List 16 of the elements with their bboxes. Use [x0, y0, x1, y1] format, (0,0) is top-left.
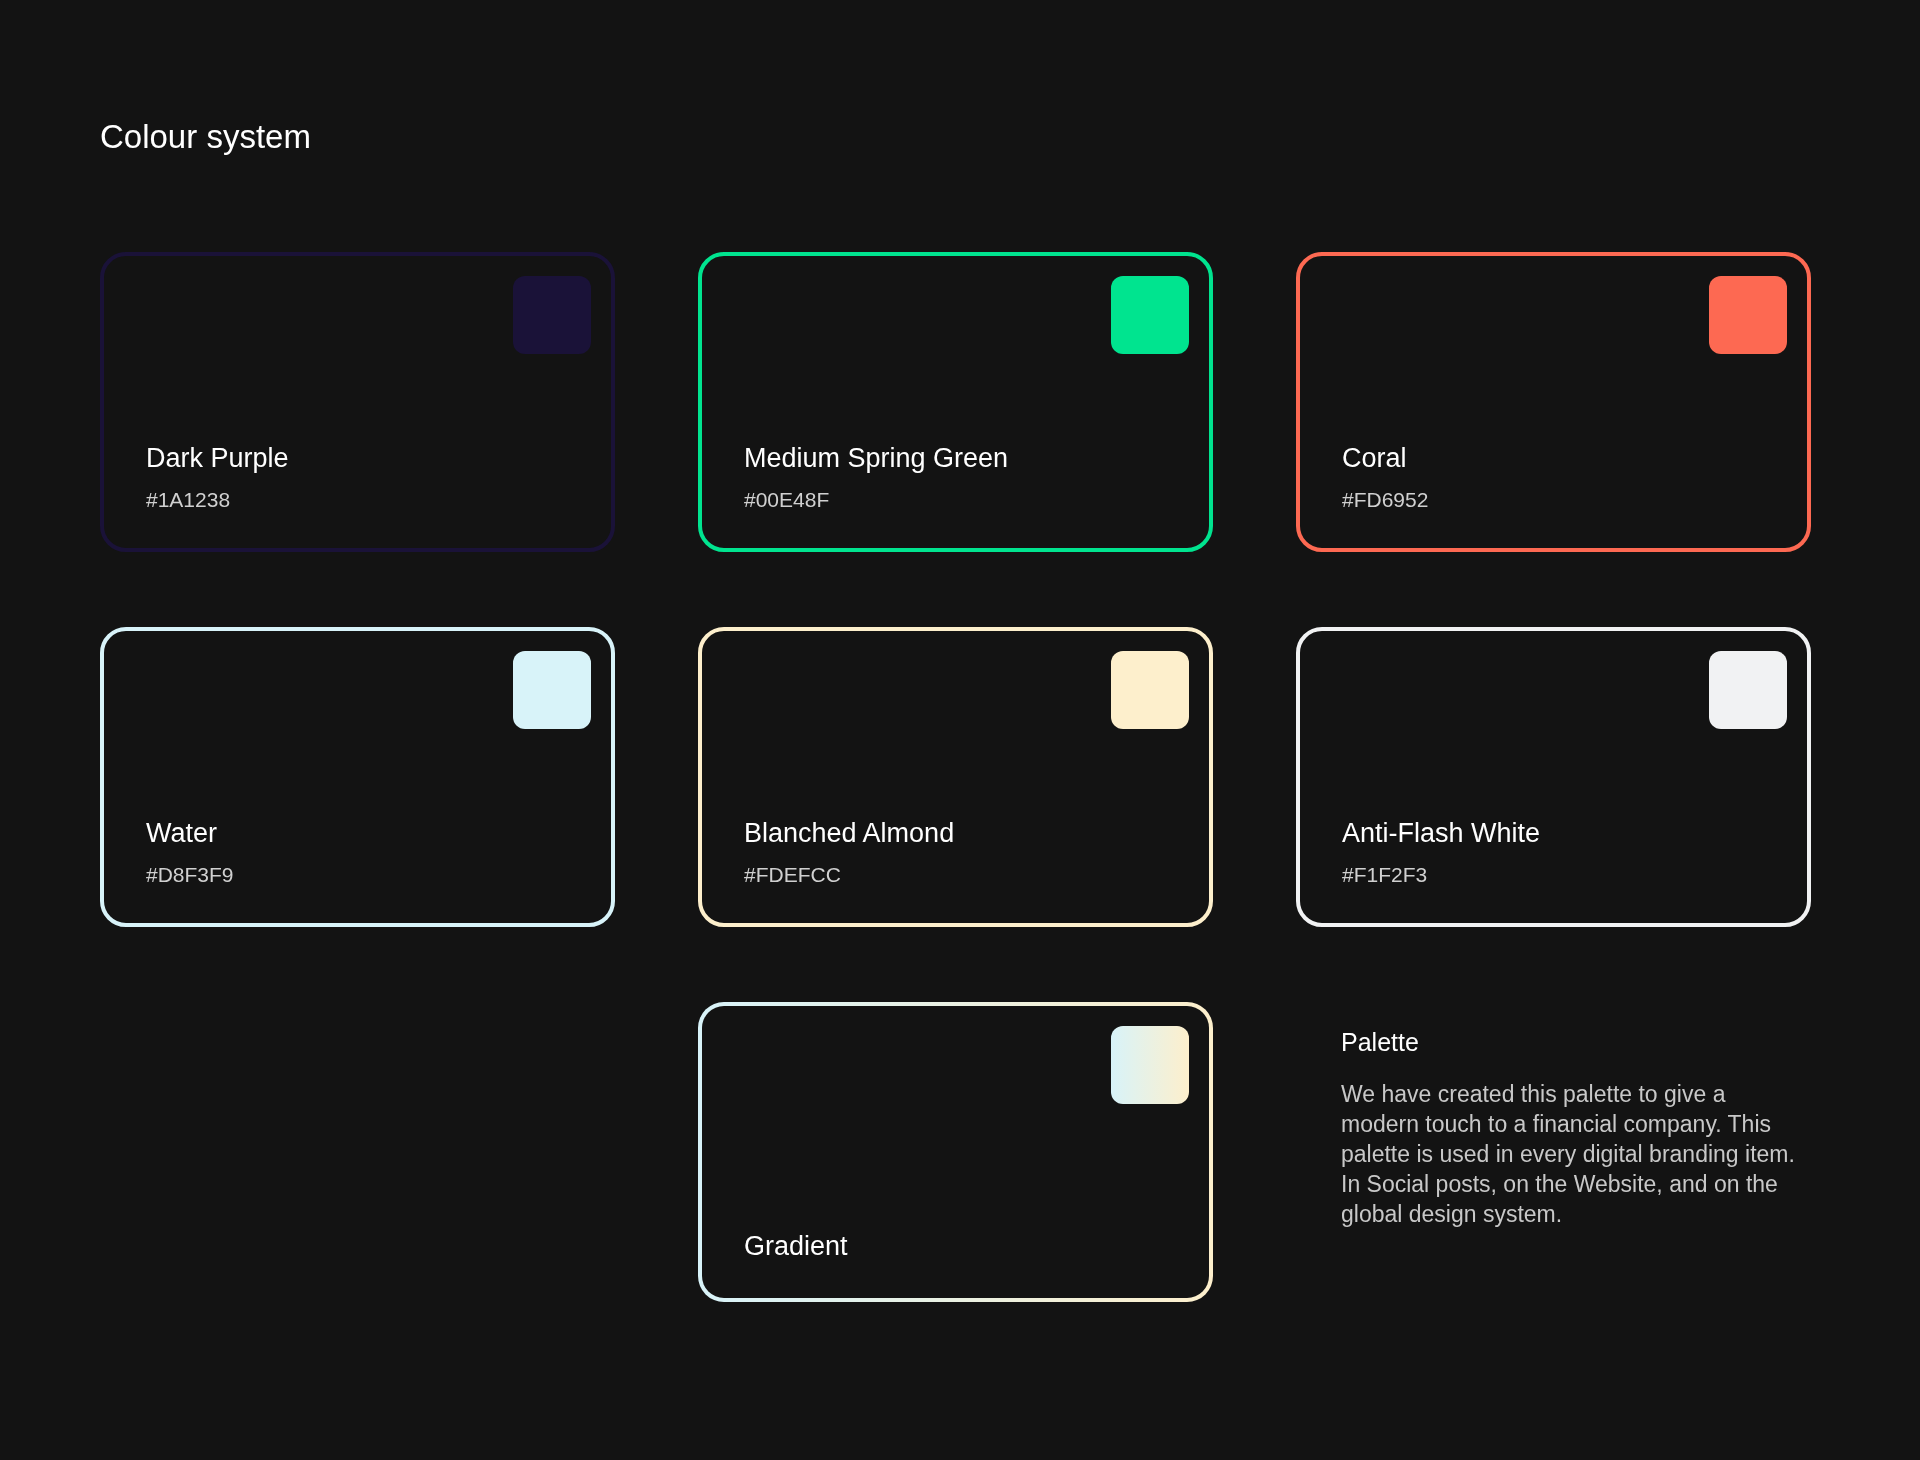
hex-code: #FDEFCC [744, 863, 842, 887]
palette-description: We have created this palette to give a modern touch to a financial company. This palette is used in every digital branding item. In Social posts, on the Website, and on the global design system. [1341, 1080, 1796, 1229]
color-name: Dark Purple [146, 443, 290, 474]
hex-code: #1A1238 [146, 488, 232, 512]
color-name: Anti-Flash White [1342, 818, 1542, 849]
hex-code: #FD6952 [1342, 488, 1430, 512]
hex-code: #F1F2F3 [1342, 863, 1429, 887]
hex-code: #D8F3F9 [146, 863, 235, 887]
hex-code: #00E48F [744, 488, 831, 512]
color-name: Water [146, 818, 218, 849]
color-name: Coral [1342, 443, 1408, 474]
palette-heading: Palette [1341, 1028, 1420, 1057]
page-title: Colour system [100, 118, 312, 156]
color-name: Blanched Almond [744, 818, 956, 849]
color-name: Medium Spring Green [744, 443, 1010, 474]
color-name: Gradient [744, 1231, 849, 1262]
